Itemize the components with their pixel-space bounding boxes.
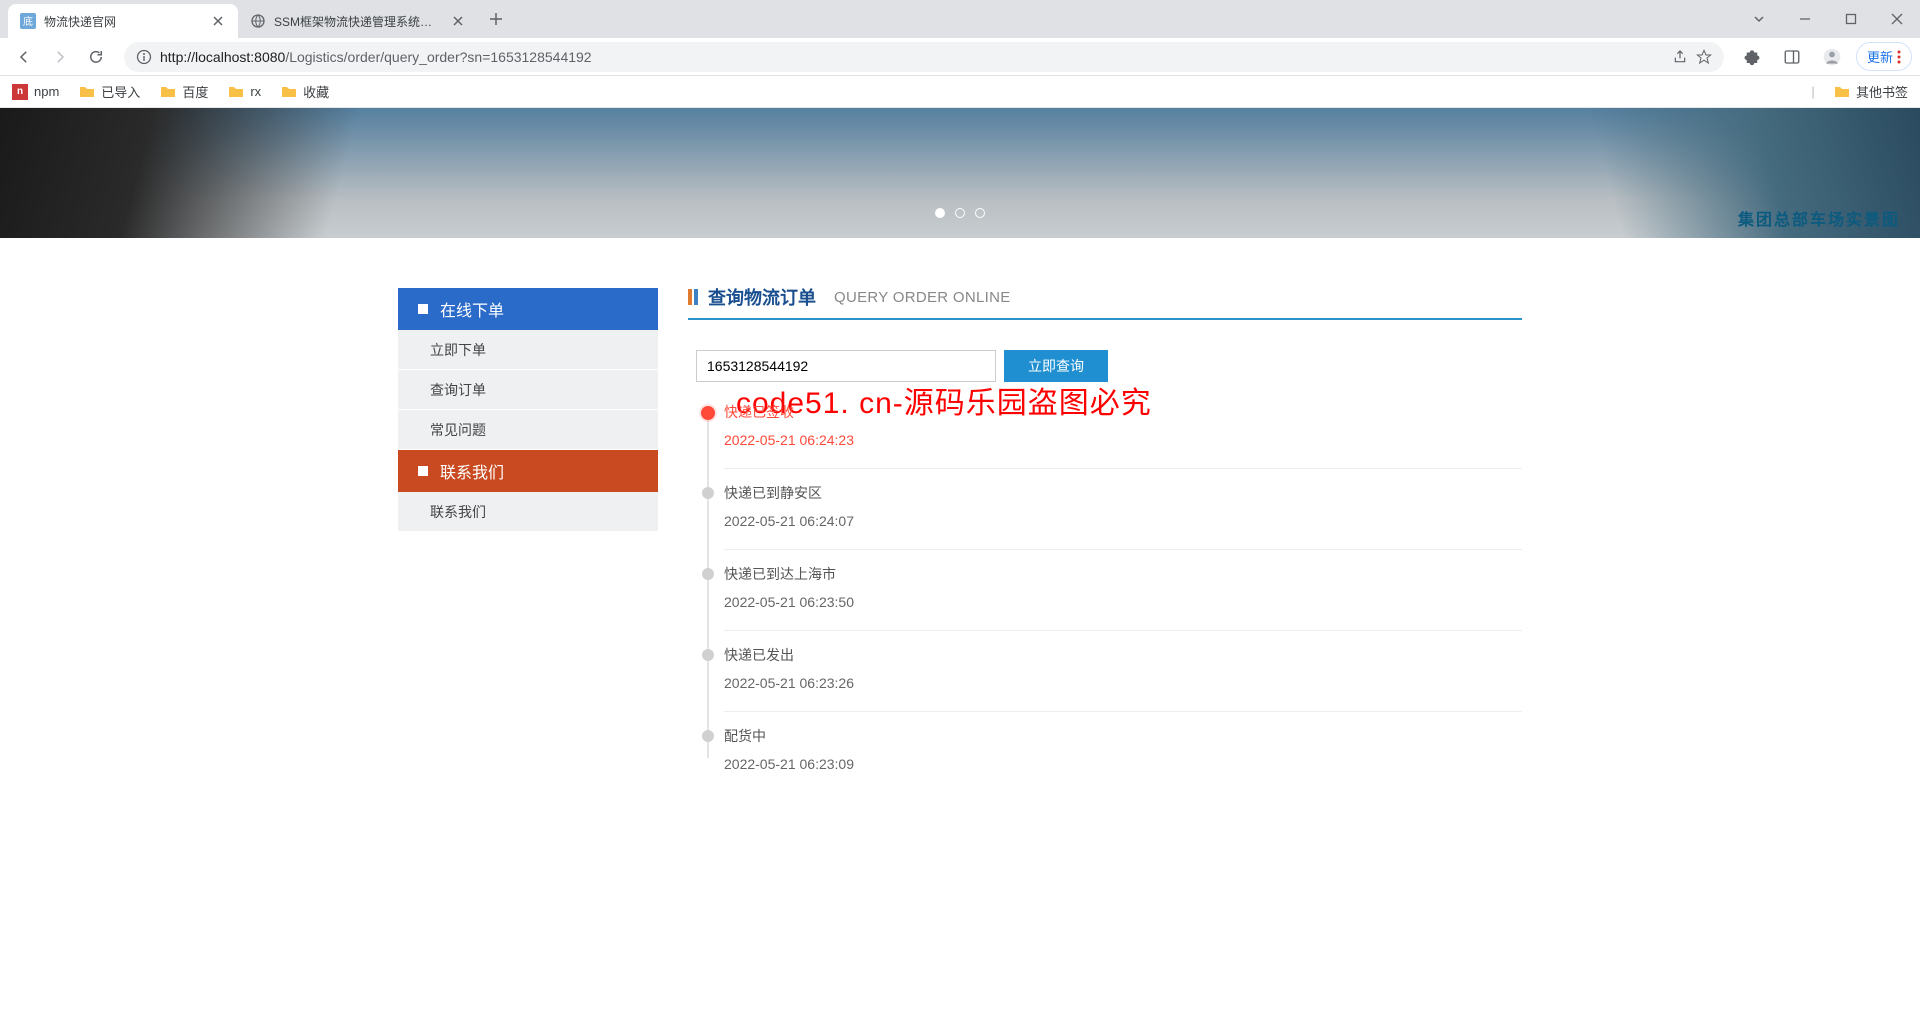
profile-button[interactable] bbox=[1816, 41, 1848, 73]
side-panel-button[interactable] bbox=[1776, 41, 1808, 73]
section-title: 查询物流订单 QUERY ORDER ONLINE bbox=[688, 284, 1522, 320]
window-minimize-button[interactable] bbox=[1782, 0, 1828, 38]
browser-toolbar: http://localhost:8080/Logistics/order/qu… bbox=[0, 38, 1920, 76]
folder-icon bbox=[1834, 84, 1850, 100]
timeline-item: 快递已发出 2022-05-21 06:23:26 bbox=[724, 639, 1522, 707]
tracking-timeline: 快递已签收 2022-05-21 06:24:23 快递已到静安区 2022-0… bbox=[702, 396, 1522, 788]
timeline-time: 2022-05-21 06:23:26 bbox=[724, 675, 1522, 691]
carousel-dots bbox=[935, 208, 985, 218]
timeline-time: 2022-05-21 06:24:07 bbox=[724, 513, 1522, 529]
bookmark-npm[interactable]: nnpm bbox=[12, 84, 59, 100]
address-bar[interactable]: http://localhost:8080/Logistics/order/qu… bbox=[124, 42, 1724, 72]
timeline-status: 配货中 bbox=[724, 726, 1522, 746]
carousel-dot-3[interactable] bbox=[975, 208, 985, 218]
timeline-status: 快递已到静安区 bbox=[724, 483, 1522, 503]
close-icon[interactable] bbox=[450, 13, 466, 29]
timeline-item: 配货中 2022-05-21 06:23:09 bbox=[724, 720, 1522, 788]
timeline-time: 2022-05-21 06:23:50 bbox=[724, 594, 1522, 610]
folder-icon bbox=[281, 84, 297, 100]
sidebar-item-query-order[interactable]: 查询订单 bbox=[398, 370, 658, 410]
sidebar-header-contact: 联系我们 bbox=[398, 450, 658, 492]
timeline-status: 快递已发出 bbox=[724, 645, 1522, 665]
favicon-icon: 底 bbox=[20, 13, 36, 29]
browser-tab-0[interactable]: 底 物流快递官网 bbox=[8, 4, 238, 38]
sidebar-item-contact-us[interactable]: 联系我们 bbox=[398, 492, 658, 532]
carousel-dot-1[interactable] bbox=[935, 208, 945, 218]
folder-icon bbox=[160, 84, 176, 100]
timeline-item: 快递已签收 2022-05-21 06:24:23 bbox=[724, 396, 1522, 464]
other-bookmarks[interactable]: | 其他书签 bbox=[1811, 82, 1908, 101]
close-icon[interactable] bbox=[210, 13, 226, 29]
bookmark-rx[interactable]: rx bbox=[228, 84, 261, 100]
browser-tab-1[interactable]: SSM框架物流快递管理系统后台 bbox=[238, 4, 478, 38]
bookmark-imported[interactable]: 已导入 bbox=[79, 82, 140, 101]
timeline-time: 2022-05-21 06:24:23 bbox=[724, 432, 1522, 448]
timeline-time: 2022-05-21 06:23:09 bbox=[724, 756, 1522, 772]
update-button[interactable]: 更新 bbox=[1856, 42, 1912, 71]
new-tab-button[interactable] bbox=[482, 5, 510, 33]
bookmark-baidu[interactable]: 百度 bbox=[160, 82, 208, 101]
tab-strip: 底 物流快递官网 SSM框架物流快递管理系统后台 bbox=[0, 0, 1920, 38]
extensions-button[interactable] bbox=[1736, 41, 1768, 73]
query-button[interactable]: 立即查询 bbox=[1004, 350, 1108, 382]
order-number-input[interactable] bbox=[696, 350, 996, 382]
info-icon bbox=[136, 49, 152, 65]
folder-icon bbox=[228, 84, 244, 100]
back-button[interactable] bbox=[8, 41, 40, 73]
square-icon bbox=[418, 466, 428, 476]
banner-caption: 集团总部车场实景图 bbox=[1738, 206, 1900, 230]
tab-title: 物流快递官网 bbox=[44, 13, 202, 30]
timeline-item: 快递已到静安区 2022-05-21 06:24:07 bbox=[724, 477, 1522, 545]
share-icon[interactable] bbox=[1672, 49, 1688, 65]
folder-icon bbox=[79, 84, 95, 100]
reload-button[interactable] bbox=[80, 41, 112, 73]
sidebar-item-faq[interactable]: 常见问题 bbox=[398, 410, 658, 450]
star-icon[interactable] bbox=[1696, 49, 1712, 65]
svg-text:底: 底 bbox=[23, 15, 33, 28]
chevron-down-icon[interactable] bbox=[1736, 0, 1782, 38]
sidebar-header-order: 在线下单 bbox=[398, 288, 658, 330]
window-maximize-button[interactable] bbox=[1828, 0, 1874, 38]
timeline-item: 快递已到达上海市 2022-05-21 06:23:50 bbox=[724, 558, 1522, 626]
main-content: 查询物流订单 QUERY ORDER ONLINE 立即查询 code51. c… bbox=[688, 284, 1522, 788]
hero-banner: 集团总部车场实景图 bbox=[0, 108, 1920, 238]
window-close-button[interactable] bbox=[1874, 0, 1920, 38]
timeline-status: 快递已签收 bbox=[724, 402, 1522, 422]
bookmark-favorites[interactable]: 收藏 bbox=[281, 82, 329, 101]
timeline-status: 快递已到达上海市 bbox=[724, 564, 1522, 584]
square-icon bbox=[418, 304, 428, 314]
forward-button[interactable] bbox=[44, 41, 76, 73]
sidebar: 在线下单 立即下单 查询订单 常见问题 联系我们 联系我们 bbox=[398, 288, 658, 788]
sidebar-item-order-now[interactable]: 立即下单 bbox=[398, 330, 658, 370]
tab-title: SSM框架物流快递管理系统后台 bbox=[274, 13, 442, 30]
carousel-dot-2[interactable] bbox=[955, 208, 965, 218]
bars-icon bbox=[688, 289, 698, 305]
npm-icon: n bbox=[12, 84, 28, 100]
section-subtitle: QUERY ORDER ONLINE bbox=[834, 289, 1011, 306]
query-form: 立即查询 code51. cn-源码乐园盗图必究 bbox=[696, 350, 1522, 382]
section-heading: 查询物流订单 bbox=[708, 284, 816, 310]
url-text: http://localhost:8080/Logistics/order/qu… bbox=[160, 49, 1664, 65]
bookmarks-bar: nnpm 已导入 百度 rx 收藏 | 其他书签 bbox=[0, 76, 1920, 108]
globe-icon bbox=[250, 13, 266, 29]
